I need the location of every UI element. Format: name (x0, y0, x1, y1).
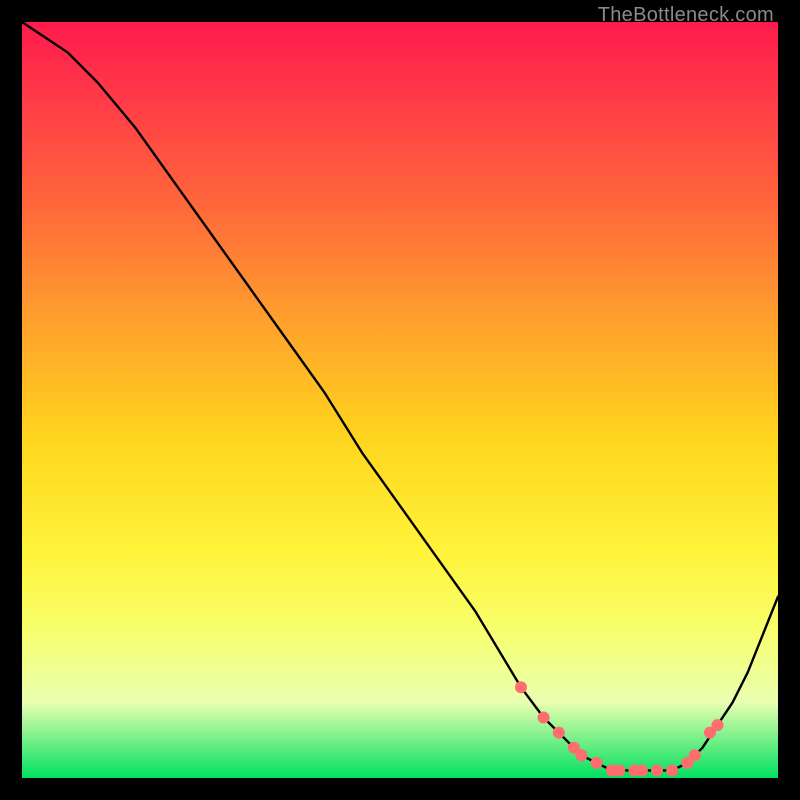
attribution-text: TheBottleneck.com (598, 4, 774, 27)
marker-point (613, 764, 625, 776)
valley-markers (515, 681, 724, 776)
chart-svg (22, 22, 778, 778)
plot-area (22, 22, 778, 778)
marker-point (666, 764, 678, 776)
marker-point (538, 712, 550, 724)
marker-point (712, 719, 724, 731)
bottleneck-curve (22, 22, 778, 770)
chart-stage: TheBottleneck.com (0, 0, 800, 800)
marker-point (689, 749, 701, 761)
marker-point (651, 764, 663, 776)
marker-point (575, 749, 587, 761)
marker-point (553, 727, 565, 739)
marker-point (515, 681, 527, 693)
marker-point (591, 757, 603, 769)
marker-point (636, 764, 648, 776)
